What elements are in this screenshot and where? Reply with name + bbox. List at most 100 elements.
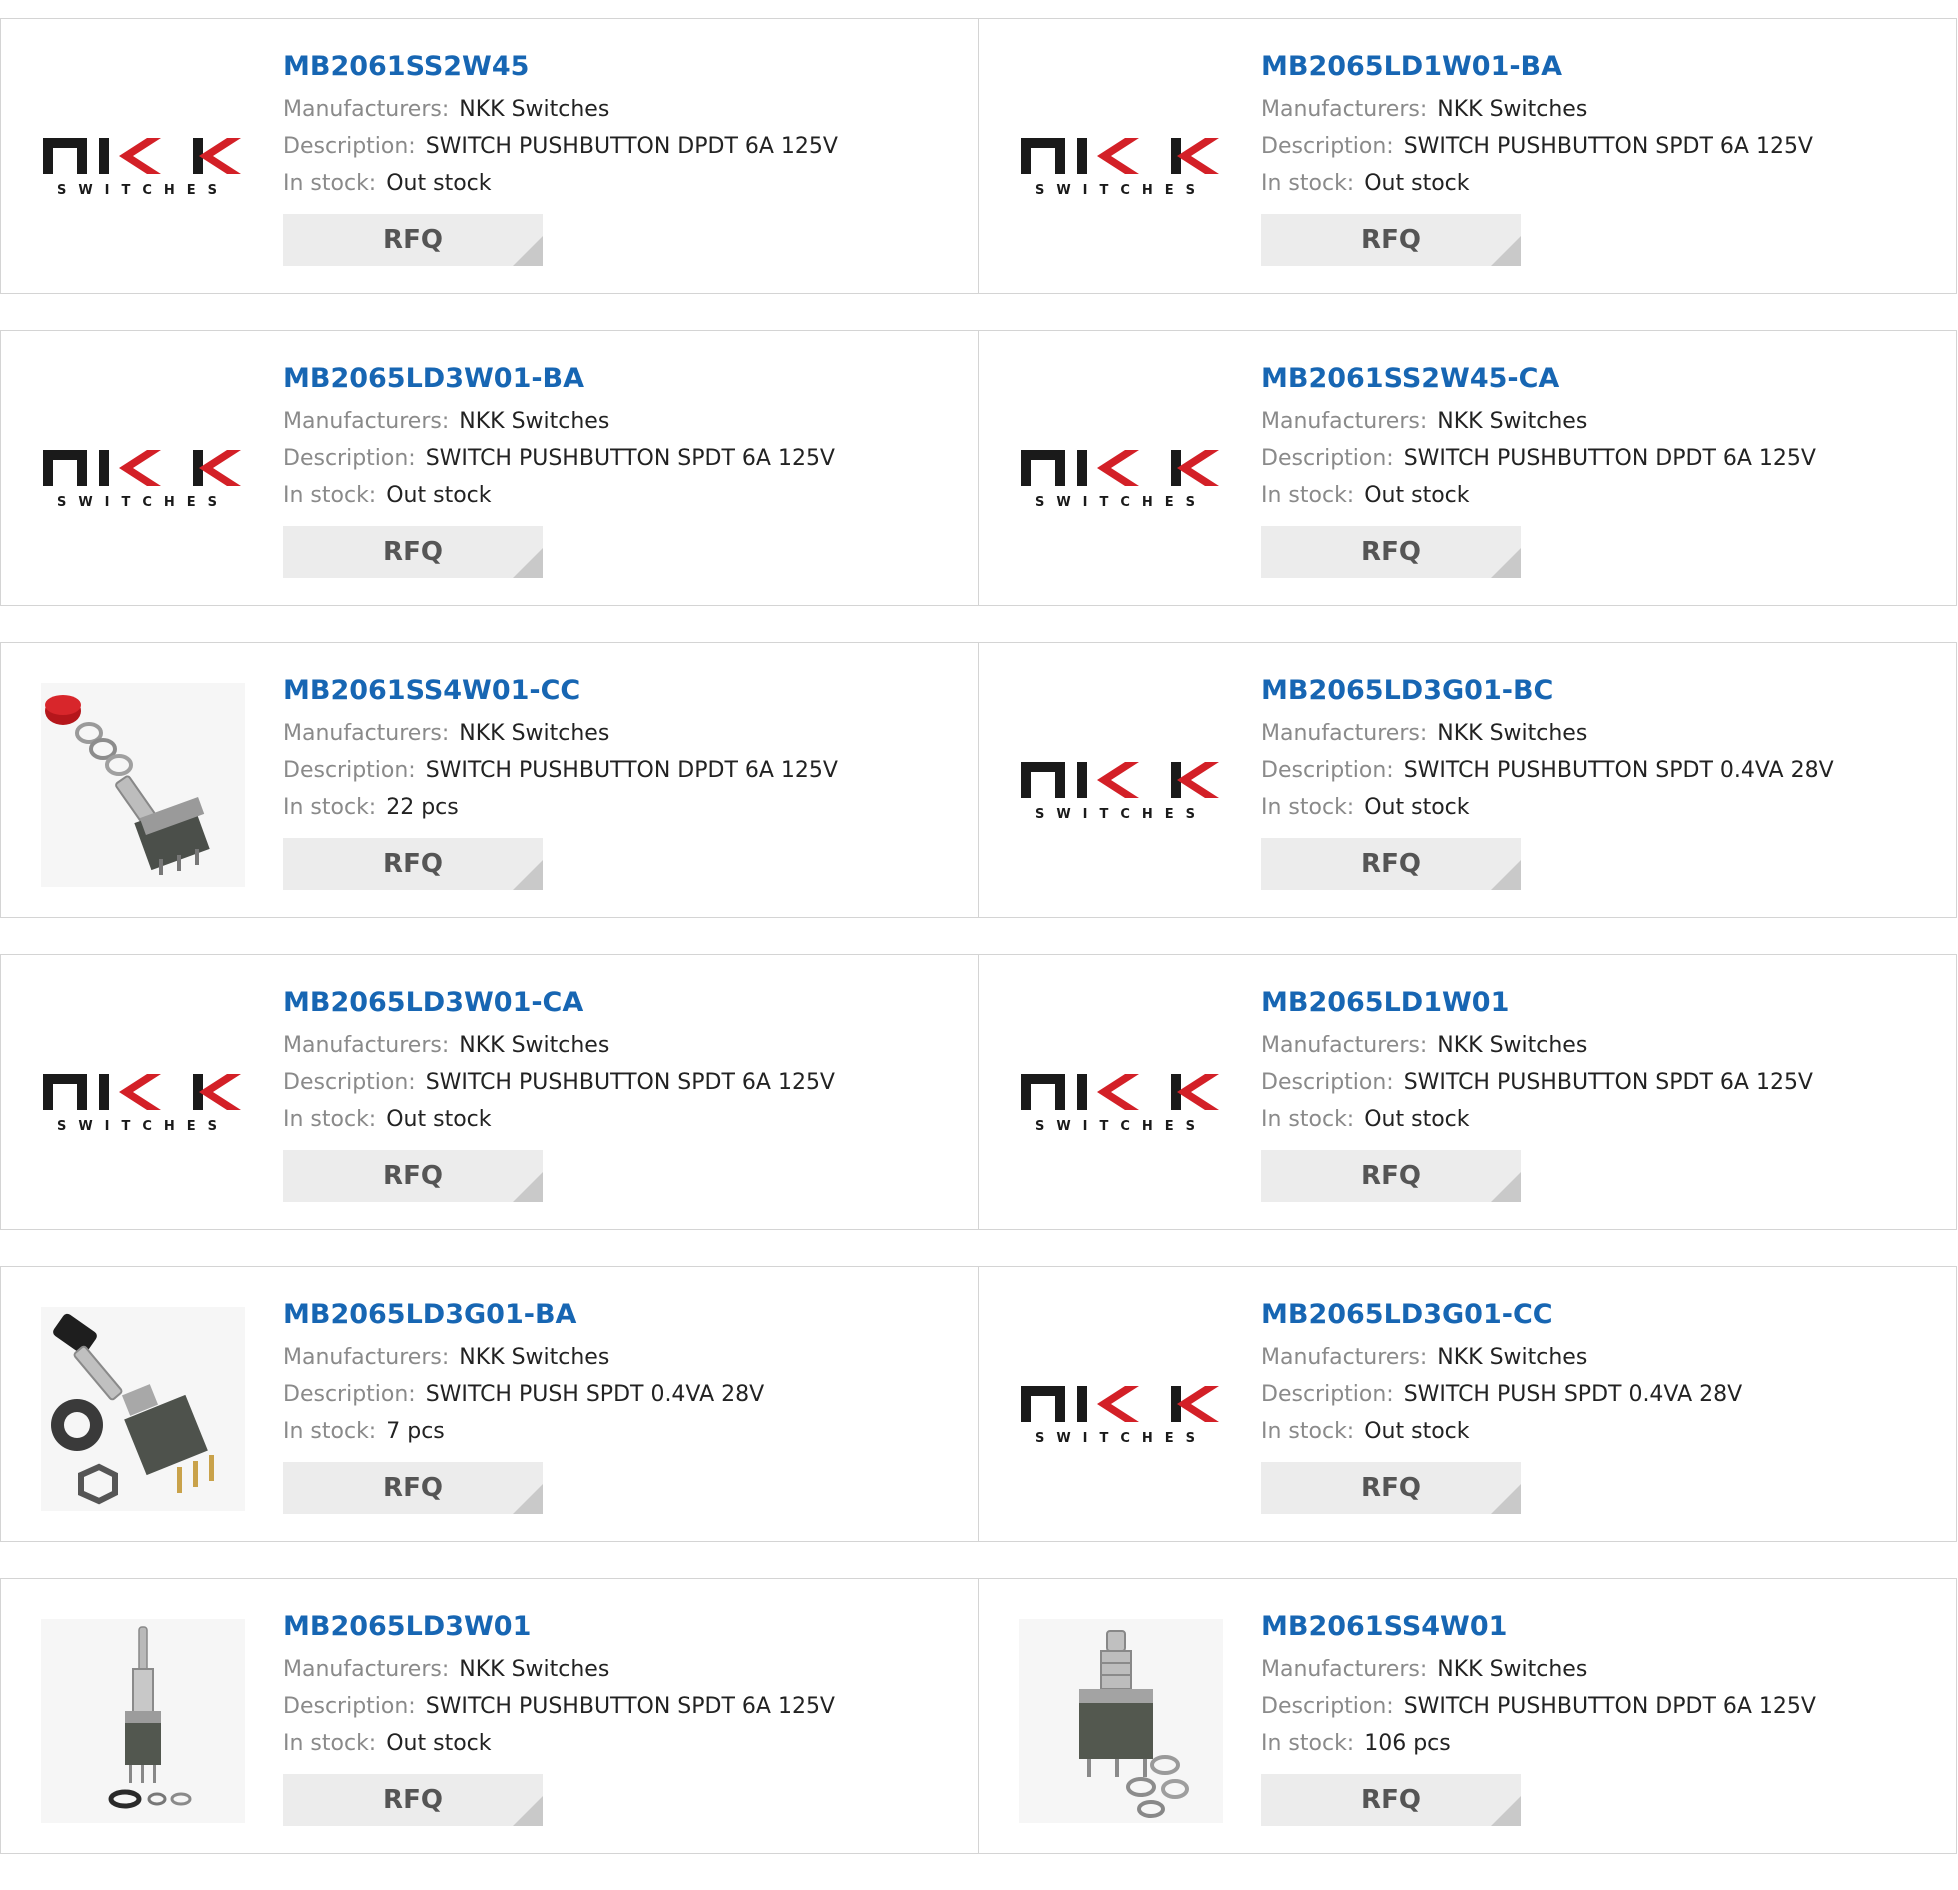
description-label: Description: xyxy=(1261,1070,1394,1095)
rfq-button[interactable]: RFQ xyxy=(283,838,543,890)
product-card: MB2061SS4W01-CC Manufacturers: NKK Switch… xyxy=(0,642,979,918)
description-value: SWITCH PUSHBUTTON DPDT 6A 125V xyxy=(1403,446,1816,471)
rfq-button[interactable]: RFQ xyxy=(283,214,543,266)
pushbutton-switch-square-icon xyxy=(1019,1619,1223,1823)
corner-triangle-icon xyxy=(513,1484,543,1514)
product-image-link[interactable]: SWITCHES xyxy=(1019,371,1223,575)
stock-value: Out stock xyxy=(386,483,492,508)
product-image-link[interactable]: SWITCHES xyxy=(1019,1307,1223,1511)
stock-label: In stock: xyxy=(1261,795,1355,820)
part-number-link[interactable]: MB2061SS2W45-CA xyxy=(1261,359,1936,399)
rfq-button[interactable]: RFQ xyxy=(1261,526,1521,578)
product-image-link[interactable] xyxy=(41,1307,245,1511)
product-row: MB2061SS4W01-CC Manufacturers: NKK Switch… xyxy=(0,642,1958,918)
product-row: SWITCHES MB2065LD3W01-BA Manufacturers: N… xyxy=(0,330,1958,606)
pushbutton-switch-red-cap-icon xyxy=(41,683,245,887)
nkk-logo-icon: SWITCHES xyxy=(1021,762,1219,820)
part-number-link[interactable]: MB2065LD1W01 xyxy=(1261,983,1936,1023)
part-number-link[interactable]: MB2065LD3W01-BA xyxy=(283,359,958,399)
corner-triangle-icon xyxy=(1491,1172,1521,1202)
part-number-link[interactable]: MB2065LD3W01 xyxy=(283,1607,958,1647)
manufacturer-value: NKK Switches xyxy=(1437,409,1588,434)
manufacturer-label: Manufacturers: xyxy=(283,1033,450,1058)
manufacturer-label: Manufacturers: xyxy=(283,1657,450,1682)
product-image-link[interactable] xyxy=(41,1619,245,1823)
product-row: MB2065LD3W01 Manufacturers: NKK Switches … xyxy=(0,1578,1958,1854)
product-row: SWITCHES MB2065LD3W01-CA Manufacturers: N… xyxy=(0,954,1958,1230)
stock-value: Out stock xyxy=(1364,171,1470,196)
stock-label: In stock: xyxy=(283,1419,377,1444)
rfq-label: RFQ xyxy=(1361,537,1421,567)
stock-label: In stock: xyxy=(1261,483,1355,508)
part-number-link[interactable]: MB2061SS4W01 xyxy=(1261,1607,1936,1647)
rfq-button[interactable]: RFQ xyxy=(1261,1462,1521,1514)
part-number-link[interactable]: MB2065LD3G01-CC xyxy=(1261,1295,1936,1335)
logo-subtitle: SWITCHES xyxy=(57,495,229,508)
part-number-link[interactable]: MB2065LD3W01-CA xyxy=(283,983,958,1023)
description-label: Description: xyxy=(283,134,416,159)
rfq-label: RFQ xyxy=(1361,849,1421,879)
product-image-link[interactable] xyxy=(1019,1619,1223,1823)
manufacturer-value: NKK Switches xyxy=(1437,97,1588,122)
logo-subtitle: SWITCHES xyxy=(57,183,229,196)
stock-value: 22 pcs xyxy=(386,795,459,820)
corner-triangle-icon xyxy=(1491,1484,1521,1514)
logo-subtitle: SWITCHES xyxy=(57,1119,229,1132)
rfq-button[interactable]: RFQ xyxy=(1261,214,1521,266)
product-image-link[interactable]: SWITCHES xyxy=(1019,995,1223,1199)
corner-triangle-icon xyxy=(1491,860,1521,890)
manufacturer-value: NKK Switches xyxy=(459,721,610,746)
nkk-logo-icon: SWITCHES xyxy=(43,1074,241,1132)
part-number-link[interactable]: MB2065LD3G01-BC xyxy=(1261,671,1936,711)
rfq-label: RFQ xyxy=(383,1785,443,1815)
description-label: Description: xyxy=(1261,446,1394,471)
nkk-logo-icon: SWITCHES xyxy=(43,450,241,508)
rfq-button[interactable]: RFQ xyxy=(283,1774,543,1826)
stock-label: In stock: xyxy=(1261,1107,1355,1132)
stock-label: In stock: xyxy=(283,483,377,508)
rfq-label: RFQ xyxy=(383,225,443,255)
description-value: SWITCH PUSHBUTTON SPDT 6A 125V xyxy=(1403,1070,1813,1095)
manufacturer-label: Manufacturers: xyxy=(283,409,450,434)
corner-triangle-icon xyxy=(513,236,543,266)
manufacturer-value: NKK Switches xyxy=(1437,1033,1588,1058)
pushbutton-switch-black-cap-icon xyxy=(41,1307,245,1511)
rfq-button[interactable]: RFQ xyxy=(283,1462,543,1514)
part-number-link[interactable]: MB2061SS2W45 xyxy=(283,47,958,87)
rfq-label: RFQ xyxy=(383,1161,443,1191)
product-image-link[interactable] xyxy=(41,683,245,887)
product-card: SWITCHES MB2065LD1W01-BA Manufacturers: N… xyxy=(978,18,1957,294)
product-image-link[interactable]: SWITCHES xyxy=(41,995,245,1199)
description-label: Description: xyxy=(1261,1694,1394,1719)
manufacturer-label: Manufacturers: xyxy=(1261,97,1428,122)
description-value: SWITCH PUSHBUTTON SPDT 6A 125V xyxy=(425,1070,835,1095)
rfq-label: RFQ xyxy=(1361,1473,1421,1503)
product-image-link[interactable]: SWITCHES xyxy=(1019,683,1223,887)
part-number-link[interactable]: MB2061SS4W01-CC xyxy=(283,671,958,711)
description-value: SWITCH PUSH SPDT 0.4VA 28V xyxy=(425,1382,765,1407)
manufacturer-value: NKK Switches xyxy=(1437,1657,1588,1682)
product-card: SWITCHES MB2065LD3G01-BC Manufacturers: N… xyxy=(978,642,1957,918)
part-number-link[interactable]: MB2065LD1W01-BA xyxy=(1261,47,1936,87)
stock-label: In stock: xyxy=(1261,171,1355,196)
stock-value: 106 pcs xyxy=(1364,1731,1451,1756)
corner-triangle-icon xyxy=(1491,548,1521,578)
corner-triangle-icon xyxy=(513,1172,543,1202)
description-value: SWITCH PUSHBUTTON DPDT 6A 125V xyxy=(1403,1694,1816,1719)
part-number-link[interactable]: MB2065LD3G01-BA xyxy=(283,1295,958,1335)
manufacturer-value: NKK Switches xyxy=(1437,1345,1588,1370)
product-card: MB2061SS4W01 Manufacturers: NKK Switches … xyxy=(978,1578,1957,1854)
rfq-button[interactable]: RFQ xyxy=(283,1150,543,1202)
corner-triangle-icon xyxy=(513,860,543,890)
product-image-link[interactable]: SWITCHES xyxy=(1019,59,1223,263)
rfq-button[interactable]: RFQ xyxy=(283,526,543,578)
stock-label: In stock: xyxy=(283,1731,377,1756)
product-image-link[interactable]: SWITCHES xyxy=(41,59,245,263)
description-label: Description: xyxy=(283,446,416,471)
product-image-link[interactable]: SWITCHES xyxy=(41,371,245,575)
rfq-button[interactable]: RFQ xyxy=(1261,1150,1521,1202)
rfq-button[interactable]: RFQ xyxy=(1261,1774,1521,1826)
nkk-logo-icon: SWITCHES xyxy=(43,138,241,196)
product-card: MB2065LD3W01 Manufacturers: NKK Switches … xyxy=(0,1578,979,1854)
rfq-button[interactable]: RFQ xyxy=(1261,838,1521,890)
